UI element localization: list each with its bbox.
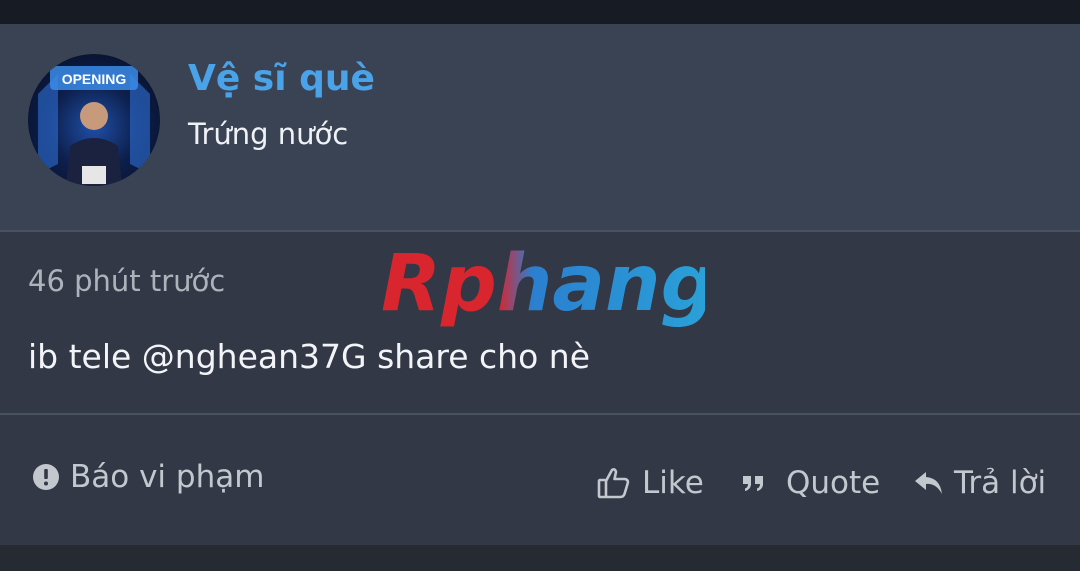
quote-label: Quote (786, 465, 881, 501)
post-time[interactable]: 46 phút trước (28, 264, 225, 298)
alert-icon (32, 463, 60, 491)
author-name[interactable]: Vệ sĩ què (188, 58, 375, 99)
author-title: Trứng nước (188, 117, 349, 151)
svg-text:OPENING: OPENING (62, 71, 127, 87)
reply-button[interactable]: Trả lời (914, 465, 1046, 501)
post-body: 46 phút trước Rphang ib tele @nghean37G … (0, 232, 1080, 413)
quote-icon (742, 473, 766, 493)
watermark-logo: Rphang (381, 240, 705, 329)
avatar[interactable]: OPENING (28, 54, 160, 186)
reply-label: Trả lời (954, 465, 1047, 501)
report-label: Báo vi phạm (70, 459, 265, 495)
post-message: ib tele @nghean37G share cho nè (28, 337, 590, 376)
reply-arrow-icon (914, 470, 944, 496)
like-label: Like (642, 465, 704, 501)
avatar-image: OPENING (38, 66, 150, 186)
post-header: OPENING Vệ sĩ què Trứng nước (0, 24, 1080, 230)
thumbs-up-icon (596, 465, 632, 501)
watermark-text: Rphang (381, 240, 705, 329)
bottom-strip (0, 545, 1080, 571)
quote-button[interactable]: Quote (742, 465, 880, 501)
top-bar (0, 0, 1080, 24)
post-actions: Báo vi phạm Like Quote Trả lời (0, 415, 1080, 545)
report-button[interactable]: Báo vi phạm (32, 459, 264, 495)
like-button[interactable]: Like (596, 465, 704, 501)
